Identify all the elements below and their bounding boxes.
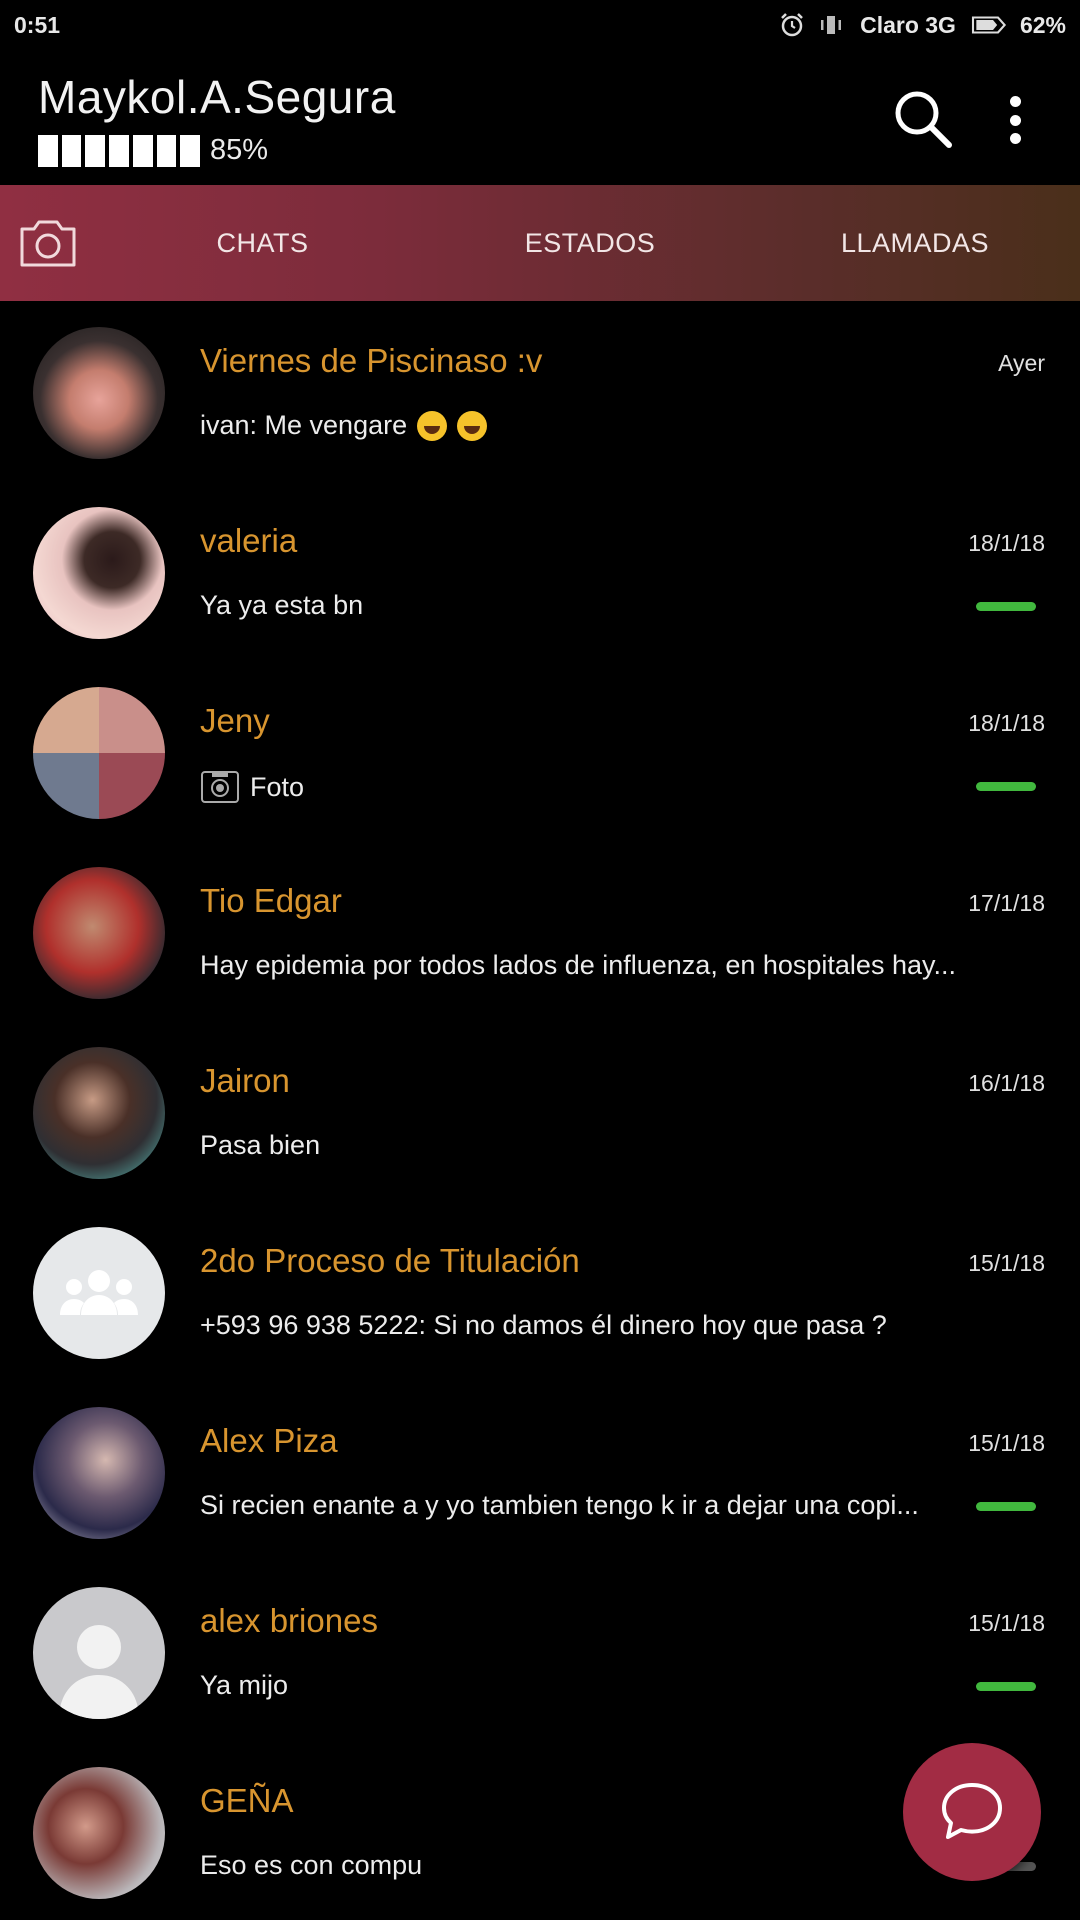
chat-name: 2do Proceso de Titulación [200, 1242, 580, 1279]
chat-row[interactable]: alex briones 15/1/18 Ya mijo [0, 1570, 1080, 1750]
chat-row[interactable]: Tio Edgar 17/1/18 Hay epidemia por todos… [0, 850, 1080, 1030]
progress-segment [132, 134, 153, 167]
avatar[interactable] [33, 1047, 165, 1179]
camera-icon [20, 220, 76, 267]
chat-name: Jairon [200, 1062, 290, 1099]
progress-bar [38, 134, 201, 167]
avatar[interactable] [33, 687, 165, 819]
chat-name: Tio Edgar [200, 882, 342, 919]
read-indicator [976, 1682, 1036, 1691]
battery-charging-icon [971, 16, 1007, 34]
avatar[interactable] [33, 327, 165, 459]
status-bar: 0:51 Claro 3G 62% [0, 0, 1080, 50]
search-icon [895, 91, 952, 148]
status-time: 0:51 [14, 11, 61, 38]
page-title: Maykol.A.Segura [38, 71, 396, 123]
photo-camera-icon [201, 771, 239, 803]
read-indicator [976, 602, 1036, 611]
chat-message: Si recien enante a y yo tambien tengo k … [200, 1490, 919, 1520]
status-icons: Claro 3G 62% [778, 11, 1066, 39]
chat-name: Jeny [200, 702, 270, 739]
avatar[interactable] [33, 867, 165, 999]
chat-name: alex briones [200, 1602, 378, 1639]
progress-label: 85% [210, 134, 269, 166]
chat-time: 15/1/18 [968, 1250, 1045, 1276]
menu-dot [1010, 133, 1021, 144]
chat-row[interactable]: Jeny 18/1/18 Foto [0, 670, 1080, 850]
chat-time: 16/1/18 [968, 1070, 1045, 1096]
avatar[interactable] [33, 507, 165, 639]
chat-row[interactable]: 2do Proceso de Titulación 15/1/18 +593 9… [0, 1210, 1080, 1390]
chat-time: 17/1/18 [968, 890, 1045, 916]
chat-time: 18/1/18 [968, 710, 1045, 736]
tab-bar: CHATS ESTADOS LLAMADAS [0, 185, 1080, 301]
chat-name: Viernes de Piscinaso :v [200, 342, 543, 379]
chat-time: Ayer [998, 350, 1045, 376]
chat-message-text: Foto [250, 771, 305, 802]
app-header: Maykol.A.Segura 85% [0, 50, 1080, 185]
chat-name: GEÑA [200, 1782, 294, 1819]
tab-chats[interactable]: CHATS [180, 185, 345, 301]
progress-segment [180, 134, 201, 167]
more-options-button[interactable] [1010, 90, 1021, 150]
chat-row[interactable]: Alex Piza 15/1/18 Si recien enante a y y… [0, 1390, 1080, 1570]
battery-level: 62% [1019, 11, 1066, 38]
progress-segment [156, 134, 177, 167]
more-vert-icon [1010, 96, 1021, 107]
progress-segment [38, 134, 58, 167]
chat-name: valeria [200, 522, 298, 559]
chat-row[interactable]: Viernes de Piscinaso :v Ayer ivan: Me ve… [0, 310, 1080, 490]
chat-message: Ya ya esta bn [200, 590, 364, 620]
progress-segment [61, 134, 82, 167]
avatar[interactable] [33, 1407, 165, 1539]
group-icon [60, 1270, 138, 1315]
chat-bubble-icon [942, 1783, 1002, 1839]
avatar[interactable] [33, 1587, 165, 1719]
read-indicator [976, 782, 1036, 791]
chat-message: Pasa bien [200, 1130, 321, 1160]
alarm-icon [781, 13, 803, 37]
chat-message: Hay epidemia por todos lados de influenz… [200, 950, 956, 980]
new-chat-button[interactable] [903, 1743, 1041, 1881]
rofl-emoji-icon [417, 410, 448, 441]
chat-message-text: ivan: Me vengare [200, 410, 408, 440]
chat-message: +593 96 938 5222: Si no damos él dinero … [200, 1310, 887, 1340]
tab-llamadas[interactable]: LLAMADAS [835, 185, 995, 301]
menu-dot [1010, 114, 1021, 126]
progress-row: 85% [38, 134, 268, 167]
avatar[interactable] [33, 1227, 165, 1359]
read-indicator [976, 1502, 1036, 1511]
camera-tab-button[interactable] [18, 217, 78, 269]
chat-row[interactable]: Jairon 16/1/18 Pasa bien [0, 1030, 1080, 1210]
search-button[interactable] [888, 84, 958, 154]
carrier-label: Claro 3G [860, 11, 956, 38]
default-person-icon [59, 1625, 139, 1719]
rofl-emoji-icon [457, 410, 488, 441]
chat-message: Ya mijo [200, 1670, 289, 1700]
progress-segment [109, 134, 129, 167]
chat-row[interactable]: valeria 18/1/18 Ya ya esta bn [0, 490, 1080, 670]
chat-time: 18/1/18 [968, 530, 1045, 556]
chat-name: Alex Piza [200, 1422, 338, 1459]
progress-segment [85, 134, 106, 167]
chat-message: ivan: Me vengare [200, 410, 488, 441]
chat-message: Foto [200, 770, 304, 804]
avatar[interactable] [33, 1767, 165, 1899]
chat-time: 15/1/18 [968, 1430, 1045, 1456]
tab-estados[interactable]: ESTADOS [510, 185, 670, 301]
chat-message: Eso es con compu [200, 1850, 423, 1880]
vibrate-icon [821, 16, 842, 34]
chat-time: 15/1/18 [968, 1610, 1045, 1636]
